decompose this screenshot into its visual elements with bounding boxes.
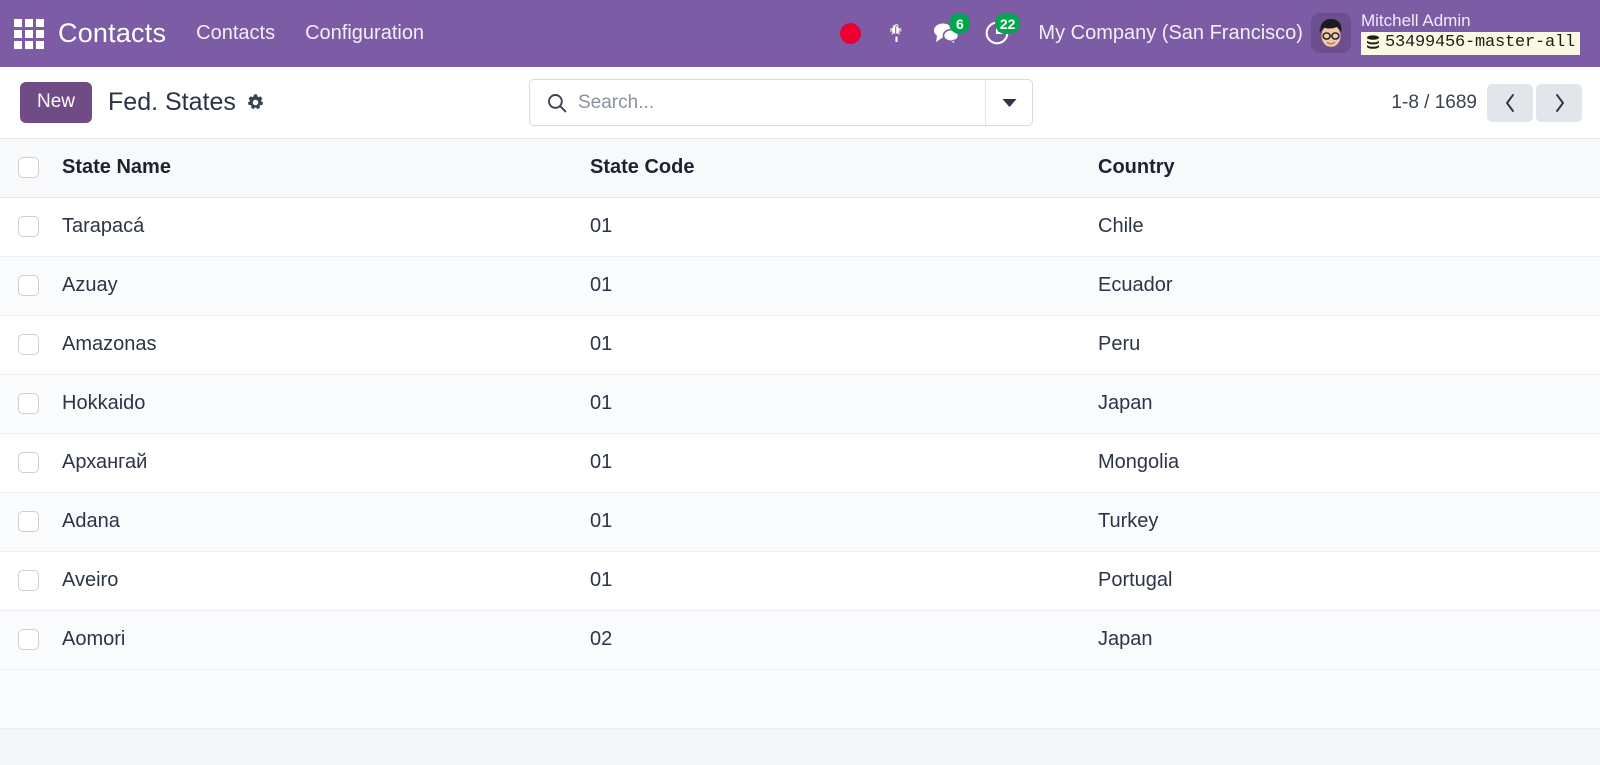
row-checkbox[interactable] [18,216,39,237]
select-all-cell [0,139,62,197]
table-header: State Name State Code Country [0,139,1600,197]
row-select-cell [0,433,62,492]
recording-indicator-icon[interactable] [828,13,873,53]
cell-state-code[interactable]: 01 [590,551,1098,610]
systray: 6 22 My Company (San Francisco) [828,12,1590,54]
cell-country[interactable]: Portugal [1098,551,1600,610]
table-footer-spacer [0,669,1600,728]
row-checkbox[interactable] [18,629,39,650]
table-row[interactable]: Tarapacá01Chile [0,197,1600,256]
user-meta: Mitchell Admin 53499456-master-all [1361,12,1580,54]
search-dropdown-toggle[interactable] [985,80,1032,125]
table-row[interactable]: Aomori02Japan [0,610,1600,669]
row-select-cell [0,315,62,374]
cell-country[interactable]: Peru [1098,315,1600,374]
row-select-cell [0,492,62,551]
company-switcher[interactable]: My Company (San Francisco) [1038,22,1303,45]
search-input[interactable] [578,80,985,125]
list-view: State Name State Code Country Tarapacá01… [0,139,1600,729]
table-footer-spacer-cell [0,669,1600,728]
row-select-cell [0,551,62,610]
breadcrumb: Fed. States [108,88,265,117]
cell-state-name[interactable]: Aveiro [62,551,590,610]
pager-range[interactable]: 1-8 / 1689 [1391,92,1477,114]
pager-next-button[interactable] [1536,84,1582,122]
table-row[interactable]: Aveiro01Portugal [0,551,1600,610]
cell-country[interactable]: Japan [1098,610,1600,669]
table-row[interactable]: Hokkaido01Japan [0,374,1600,433]
messages-badge: 6 [949,13,970,34]
cell-state-code[interactable]: 01 [590,433,1098,492]
row-select-cell [0,374,62,433]
cell-country[interactable]: Turkey [1098,492,1600,551]
row-checkbox[interactable] [18,452,39,473]
new-button[interactable]: New [20,82,92,123]
cell-state-code[interactable]: 02 [590,610,1098,669]
cell-state-code[interactable]: 01 [590,492,1098,551]
cell-state-name[interactable]: Adana [62,492,590,551]
cell-state-name[interactable]: Архангай [62,433,590,492]
cell-state-name[interactable]: Tarapacá [62,197,590,256]
cell-state-code[interactable]: 01 [590,315,1098,374]
pager: 1-8 / 1689 [1391,84,1582,122]
nav-item-configuration[interactable]: Configuration [305,22,424,45]
cell-state-name[interactable]: Azuay [62,256,590,315]
table-header-row: State Name State Code Country [0,139,1600,197]
row-select-cell [0,610,62,669]
row-checkbox[interactable] [18,511,39,532]
cell-country[interactable]: Ecuador [1098,256,1600,315]
cell-state-name[interactable]: Aomori [62,610,590,669]
row-checkbox[interactable] [18,334,39,355]
column-header-state-name[interactable]: State Name [62,139,590,197]
top-navbar: Contacts Contacts Configuration 6 [0,0,1600,67]
debug-bug-icon[interactable] [873,13,920,53]
user-name: Mitchell Admin [1361,12,1471,31]
table-row[interactable]: Amazonas01Peru [0,315,1600,374]
apps-grid-icon[interactable] [14,19,44,49]
user-avatar[interactable] [1311,13,1351,53]
cell-state-name[interactable]: Hokkaido [62,374,590,433]
cell-state-code[interactable]: 01 [590,256,1098,315]
pager-previous-button[interactable] [1487,84,1533,122]
user-menu[interactable]: Mitchell Admin 53499456-master-all [1311,12,1586,54]
row-checkbox[interactable] [18,570,39,591]
row-checkbox[interactable] [18,393,39,414]
database-name: 53499456-master-all [1385,33,1575,53]
row-select-cell [0,256,62,315]
cell-country[interactable]: Japan [1098,374,1600,433]
messages-icon[interactable]: 6 [920,13,972,53]
cell-state-name[interactable]: Amazonas [62,315,590,374]
activities-icon[interactable]: 22 [972,13,1022,53]
page-title: Fed. States [108,88,236,117]
table-row[interactable]: Adana01Turkey [0,492,1600,551]
table-body: Tarapacá01ChileAzuay01EcuadorAmazonas01P… [0,197,1600,728]
gear-icon[interactable] [246,93,265,112]
cell-country[interactable]: Chile [1098,197,1600,256]
row-select-cell [0,197,62,256]
cell-state-code[interactable]: 01 [590,197,1098,256]
search-bar[interactable] [529,79,1033,126]
database-icon [1366,35,1380,50]
pager-buttons [1487,84,1582,122]
cell-state-code[interactable]: 01 [590,374,1098,433]
cell-country[interactable]: Mongolia [1098,433,1600,492]
states-table: State Name State Code Country Tarapacá01… [0,139,1600,729]
navbar-menu: Contacts Configuration [196,22,424,45]
app-brand-contacts[interactable]: Contacts [58,18,166,49]
nav-item-contacts[interactable]: Contacts [196,22,275,45]
table-row[interactable]: Azuay01Ecuador [0,256,1600,315]
control-panel: New Fed. States 1-8 / 1689 [0,67,1600,139]
activities-badge: 22 [995,13,1021,34]
search-icon [530,92,578,114]
table-row[interactable]: Архангай01Mongolia [0,433,1600,492]
column-header-state-code[interactable]: State Code [590,139,1098,197]
row-checkbox[interactable] [18,275,39,296]
column-header-country[interactable]: Country [1098,139,1600,197]
select-all-checkbox[interactable] [18,157,39,178]
database-chip: 53499456-master-all [1361,32,1580,55]
